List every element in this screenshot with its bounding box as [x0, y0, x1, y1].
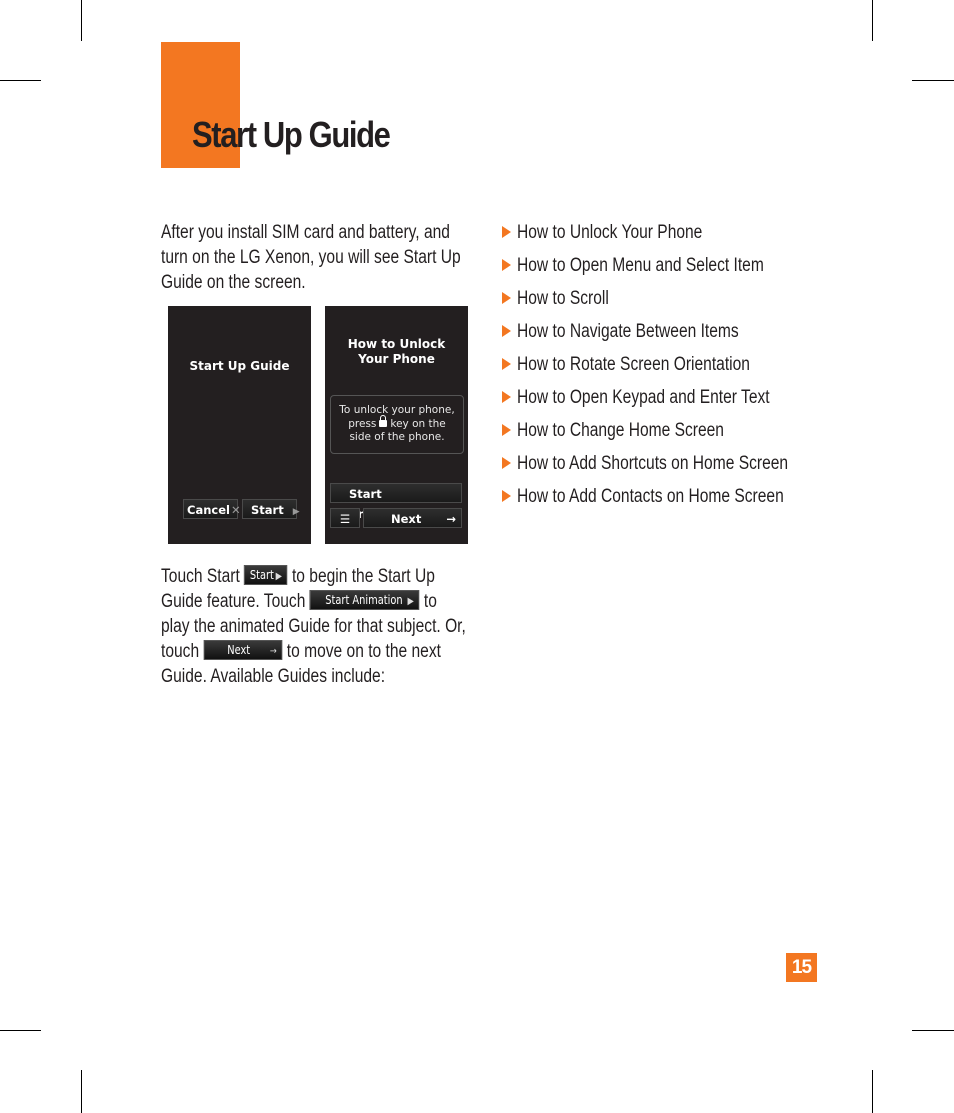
page-title: Start Up Guide	[192, 114, 391, 155]
cancel-button[interactable]: Cancel✕	[183, 499, 241, 519]
list-item: How to Scroll	[502, 286, 848, 319]
list-item: How to Rotate Screen Orientation	[502, 352, 848, 385]
inline-start-button: Start ▶	[244, 564, 288, 585]
list-icon: ☰	[339, 512, 351, 526]
screen-title: How to Unlock Your Phone	[347, 337, 446, 366]
triangle-bullet-icon	[502, 424, 511, 436]
instructions-paragraph: Touch Start Start ▶ to begin the Start Up…	[161, 564, 466, 687]
list-item: How to Add Contacts on Home Screen	[502, 484, 848, 517]
list-item: How to Change Home Screen	[502, 418, 848, 451]
play-arrow-icon: ▶	[292, 507, 300, 517]
intro-line: turn on the LG Xenon, you will see Start…	[161, 247, 461, 268]
triangle-bullet-icon	[502, 391, 511, 403]
intro-line: Guide on the screen.	[161, 272, 306, 293]
phone-screen-start-up-guide: Start Up Guide Cancel✕ Start ▶	[168, 306, 311, 544]
crop-mark	[0, 80, 41, 81]
arrow-right-icon: →	[269, 645, 277, 657]
crop-mark	[872, 1070, 873, 1113]
close-icon: ✕	[230, 503, 241, 517]
list-item: How to Open Keypad and Enter Text	[502, 385, 848, 418]
list-item: How to Add Shortcuts on Home Screen	[502, 451, 848, 484]
phone-screen-unlock-guide: How to Unlock Your Phone To unlock your …	[325, 306, 468, 544]
menu-list-button[interactable]: ☰	[330, 508, 360, 528]
triangle-bullet-icon	[502, 292, 511, 304]
play-arrow-icon: ▶	[407, 595, 414, 607]
crop-mark	[912, 1030, 954, 1031]
triangle-bullet-icon	[502, 259, 511, 271]
start-button[interactable]: Start ▶	[242, 499, 300, 519]
instruction-box: To unlock your phone, press key on the si…	[330, 395, 464, 454]
available-guides-list: How to Unlock Your Phone How to Open Men…	[502, 220, 848, 517]
lock-icon	[379, 414, 388, 427]
list-item: How to Unlock Your Phone	[502, 220, 848, 253]
crop-mark	[912, 80, 954, 81]
inline-next-button: Next →	[203, 639, 283, 660]
triangle-bullet-icon	[502, 325, 511, 337]
arrow-right-icon: →	[446, 512, 456, 526]
list-item: How to Navigate Between Items	[502, 319, 848, 352]
crop-mark	[872, 0, 873, 41]
next-button[interactable]: Next →	[363, 508, 462, 528]
crop-mark	[0, 1030, 41, 1031]
triangle-bullet-icon	[502, 490, 511, 502]
triangle-bullet-icon	[502, 358, 511, 370]
crop-mark	[81, 0, 82, 41]
inline-start-animation-button: Start Animation ▶	[309, 589, 420, 610]
triangle-bullet-icon	[502, 226, 511, 238]
page-number-badge: 15	[786, 953, 817, 982]
screen-title: Start Up Guide	[189, 359, 290, 373]
triangle-bullet-icon	[502, 457, 511, 469]
list-item: How to Open Menu and Select Item	[502, 253, 848, 286]
intro-line: After you install SIM card and battery, …	[161, 222, 450, 243]
start-animation-button[interactable]: Start Animation▶	[330, 483, 462, 521]
crop-mark	[81, 1070, 82, 1113]
intro-paragraph: After you install SIM card and battery, …	[161, 220, 461, 295]
play-arrow-icon: ▶	[275, 570, 282, 582]
